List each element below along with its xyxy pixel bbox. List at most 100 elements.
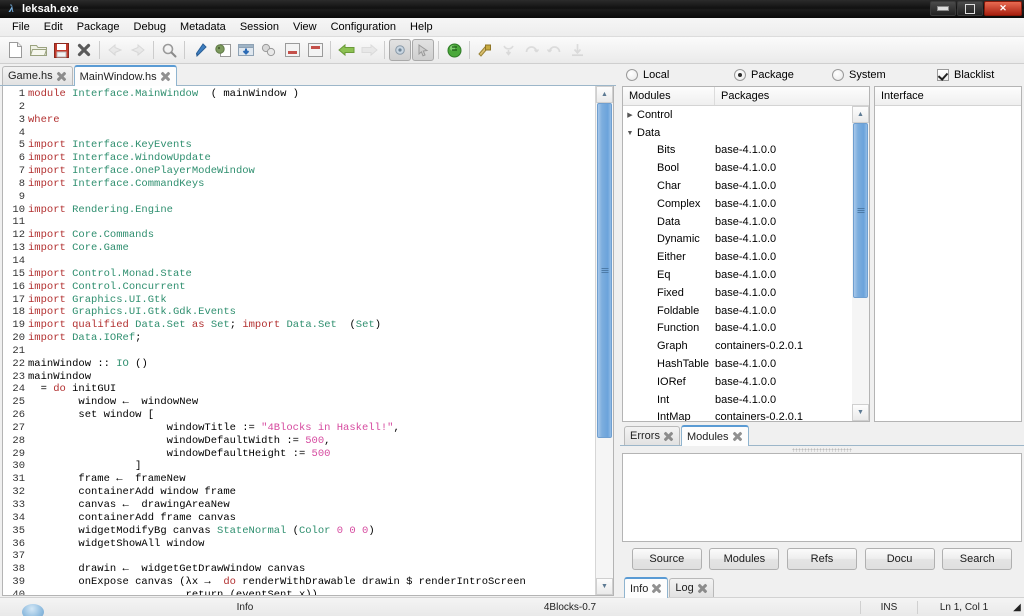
close-icon[interactable] bbox=[160, 71, 171, 82]
tab-errors[interactable]: Errors bbox=[624, 426, 680, 445]
save-icon[interactable] bbox=[50, 39, 72, 61]
expander-expanded-icon[interactable] bbox=[623, 124, 637, 142]
continue-icon[interactable] bbox=[566, 39, 588, 61]
menu-help[interactable]: Help bbox=[403, 19, 440, 35]
scroll-up-arrow-icon[interactable]: ▲ bbox=[852, 106, 869, 123]
tree-row[interactable]: Control bbox=[623, 106, 852, 124]
tab-log[interactable]: Log bbox=[669, 578, 714, 597]
step-out-icon[interactable] bbox=[543, 39, 565, 61]
menu-package[interactable]: Package bbox=[70, 19, 127, 35]
tab-game-hs[interactable]: Game.hs bbox=[2, 66, 73, 85]
close-icon[interactable] bbox=[56, 71, 67, 82]
search-icon[interactable] bbox=[158, 39, 180, 61]
tree-row[interactable]: Int base-4.1.0.0 bbox=[623, 391, 852, 409]
close-icon[interactable] bbox=[697, 583, 708, 594]
expander-collapsed-icon[interactable] bbox=[623, 106, 637, 124]
menu-metadata[interactable]: Metadata bbox=[173, 19, 233, 35]
tree-rows[interactable]: Control Data Bits base-4.1.0.0 Bool base-4.1.… bbox=[623, 106, 852, 421]
tree-row[interactable]: Function base-4.1.0.0 bbox=[623, 320, 852, 338]
modules-button[interactable]: Modules bbox=[709, 548, 780, 570]
tree-row[interactable]: Either base-4.1.0.0 bbox=[623, 248, 852, 266]
radio-package[interactable]: Package bbox=[734, 69, 832, 81]
close-button[interactable]: ✕ bbox=[984, 1, 1022, 16]
package-clean-icon[interactable] bbox=[281, 39, 303, 61]
step-over-icon[interactable] bbox=[520, 39, 542, 61]
menu-session[interactable]: Session bbox=[233, 19, 286, 35]
tree-row[interactable]: Char base-4.1.0.0 bbox=[623, 177, 852, 195]
menu-edit[interactable]: Edit bbox=[37, 19, 70, 35]
status-resize-grip-icon[interactable]: ◢ bbox=[1010, 598, 1024, 616]
tree-body[interactable]: Control Data Bits base-4.1.0.0 Bool base-4.1.… bbox=[623, 106, 869, 421]
package-install-icon[interactable] bbox=[235, 39, 257, 61]
new-file-icon[interactable] bbox=[4, 39, 26, 61]
menu-view[interactable]: View bbox=[286, 19, 324, 35]
tab-mainwindow-hs[interactable]: MainWindow.hs bbox=[73, 65, 177, 86]
search-button[interactable]: Search bbox=[942, 548, 1013, 570]
close-icon[interactable] bbox=[663, 431, 674, 442]
tree-row[interactable]: Foldable base-4.1.0.0 bbox=[623, 302, 852, 320]
tree-row[interactable]: Eq base-4.1.0.0 bbox=[623, 266, 852, 284]
undo-icon[interactable] bbox=[104, 39, 126, 61]
tree-row[interactable]: Data base-4.1.0.0 bbox=[623, 213, 852, 231]
scroll-up-arrow-icon[interactable]: ▲ bbox=[596, 86, 613, 103]
maximize-button[interactable] bbox=[957, 1, 983, 16]
menu-debug[interactable]: Debug bbox=[127, 19, 173, 35]
scroll-down-arrow-icon[interactable]: ▼ bbox=[596, 578, 613, 595]
package-config-icon[interactable] bbox=[304, 39, 326, 61]
close-icon[interactable] bbox=[732, 431, 743, 442]
toggle-grid-icon[interactable] bbox=[389, 39, 411, 61]
radio-local[interactable]: Local bbox=[626, 69, 734, 81]
tree-row[interactable]: Complex base-4.1.0.0 bbox=[623, 195, 852, 213]
scroll-track[interactable] bbox=[596, 103, 613, 578]
tree-row[interactable]: Dynamic base-4.1.0.0 bbox=[623, 231, 852, 249]
column-header-interface[interactable]: Interface bbox=[875, 87, 1021, 105]
open-folder-icon[interactable] bbox=[27, 39, 49, 61]
column-header-packages[interactable]: Packages bbox=[715, 87, 869, 105]
menu-configuration[interactable]: Configuration bbox=[324, 19, 403, 35]
resize-grip-icon[interactable] bbox=[622, 446, 1022, 453]
redo-icon[interactable] bbox=[127, 39, 149, 61]
toggle-pointer-icon[interactable] bbox=[412, 39, 434, 61]
tree-row[interactable]: HashTable base-4.1.0.0 bbox=[623, 355, 852, 373]
close-icon[interactable] bbox=[651, 583, 662, 594]
tree-vertical-scrollbar[interactable]: ▲ ▼ bbox=[852, 106, 869, 421]
minimize-button[interactable] bbox=[930, 1, 956, 16]
tree-row-package: base-4.1.0.0 bbox=[715, 144, 777, 157]
radio-system[interactable]: System bbox=[832, 69, 937, 81]
step-into-icon[interactable] bbox=[497, 39, 519, 61]
editor-vertical-scrollbar[interactable]: ▲ ▼ bbox=[595, 86, 613, 595]
source-button[interactable]: Source bbox=[631, 548, 702, 570]
forward-arrow-icon[interactable] bbox=[358, 39, 380, 61]
package-build-icon[interactable] bbox=[212, 39, 234, 61]
run-ghci-icon[interactable] bbox=[443, 39, 465, 61]
tree-row[interactable]: Fixed base-4.1.0.0 bbox=[623, 284, 852, 302]
checkbox-blacklist[interactable]: Blacklist bbox=[937, 69, 994, 81]
interface-list[interactable] bbox=[875, 106, 1021, 421]
tab-info[interactable]: Info bbox=[624, 577, 669, 598]
close-x-icon[interactable] bbox=[73, 39, 95, 61]
refs-button[interactable]: Refs bbox=[786, 548, 857, 570]
scroll-track[interactable] bbox=[852, 123, 869, 404]
info-content[interactable] bbox=[622, 453, 1022, 542]
tree-row[interactable]: Data bbox=[623, 124, 852, 142]
scroll-down-arrow-icon[interactable]: ▼ bbox=[852, 404, 869, 421]
tab-modules[interactable]: Modules bbox=[680, 425, 749, 446]
debug-tools-icon[interactable] bbox=[474, 39, 496, 61]
docu-button[interactable]: Docu bbox=[864, 548, 935, 570]
source-editor[interactable]: 1 module Interface.MainWindow ( mainWindo… bbox=[2, 86, 614, 596]
column-header-modules[interactable]: Modules bbox=[623, 87, 715, 105]
code-text-area[interactable]: 1 module Interface.MainWindow ( mainWindo… bbox=[3, 86, 595, 595]
tree-row[interactable]: Graph containers-0.2.0.1 bbox=[623, 337, 852, 355]
menu-file[interactable]: File bbox=[5, 19, 37, 35]
scroll-thumb[interactable] bbox=[853, 123, 868, 298]
scroll-thumb[interactable] bbox=[597, 103, 612, 438]
build-pin-icon[interactable] bbox=[189, 39, 211, 61]
back-arrow-icon[interactable] bbox=[335, 39, 357, 61]
tree-row[interactable]: Bool base-4.1.0.0 bbox=[623, 159, 852, 177]
line-number: 36 bbox=[12, 537, 25, 550]
tree-row[interactable]: IntMap containers-0.2.0.1 bbox=[623, 409, 852, 421]
line-number: 10 bbox=[12, 203, 25, 216]
tree-row[interactable]: IORef base-4.1.0.0 bbox=[623, 373, 852, 391]
package-doc-icon[interactable] bbox=[258, 39, 280, 61]
tree-row[interactable]: Bits base-4.1.0.0 bbox=[623, 142, 852, 160]
